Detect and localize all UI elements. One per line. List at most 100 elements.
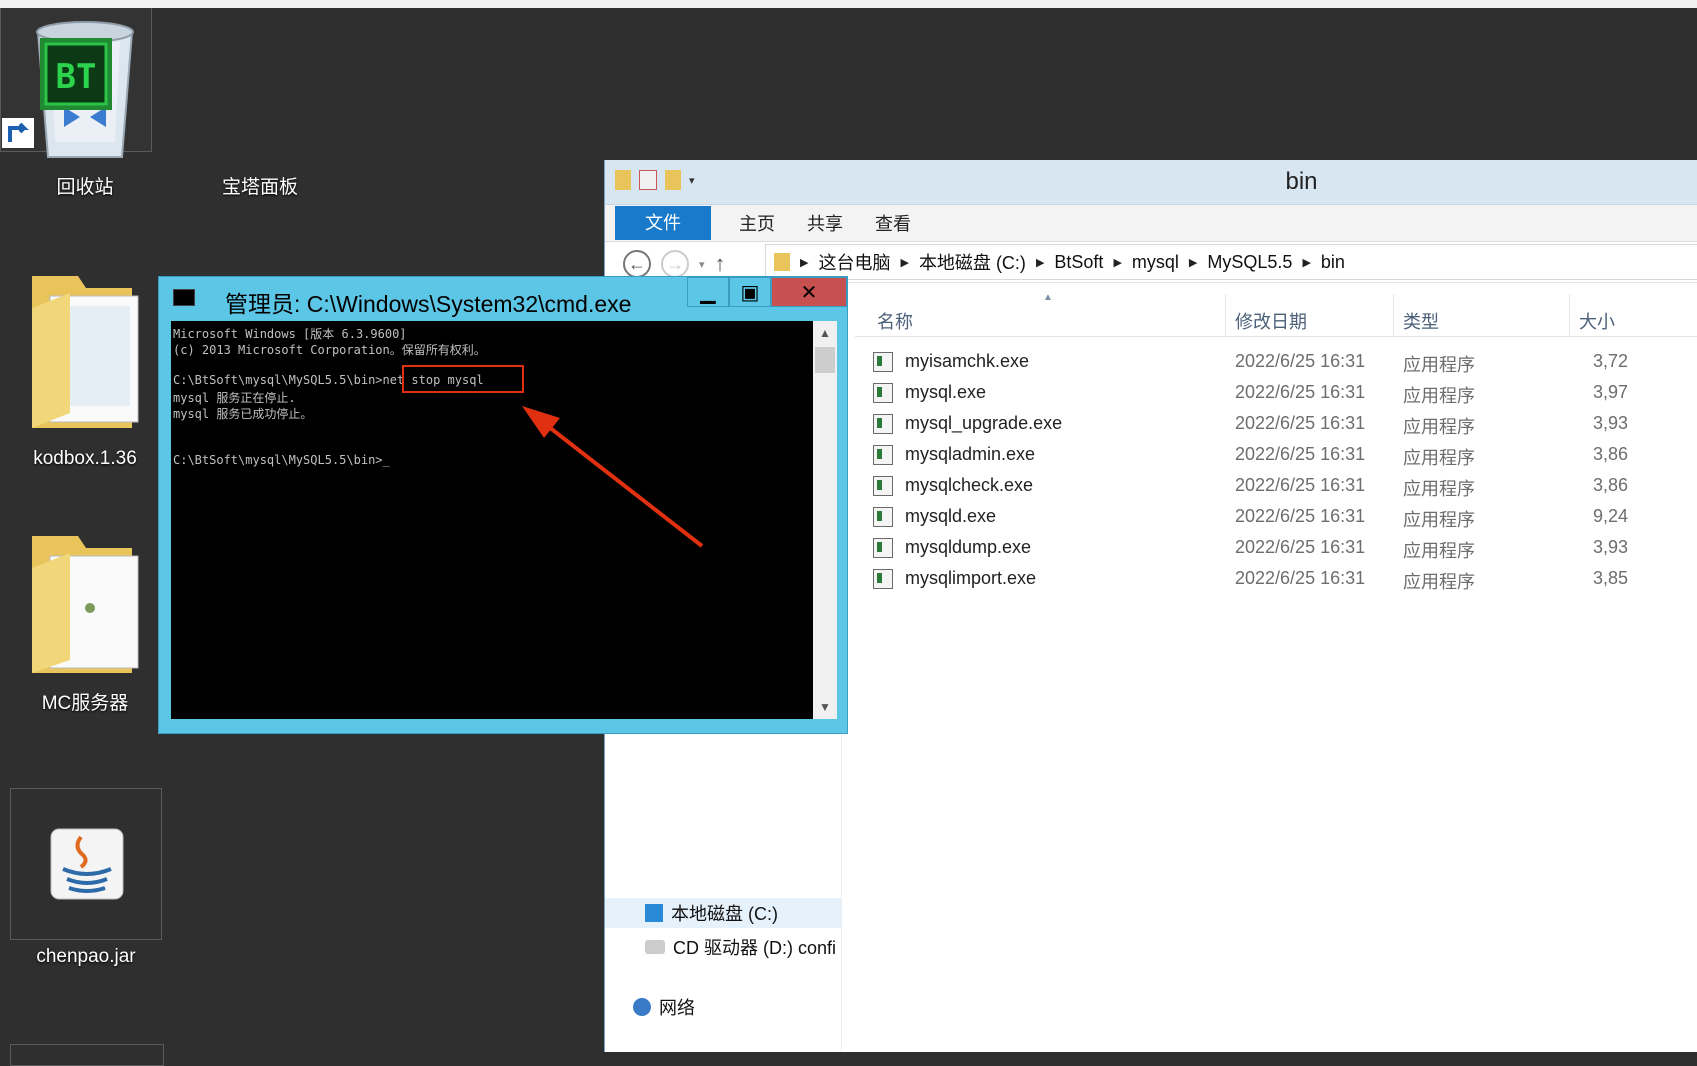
- exe-file-icon: [873, 569, 893, 589]
- tab-view[interactable]: 查看: [875, 210, 911, 236]
- breadcrumb-item[interactable]: BtSoft: [1054, 252, 1103, 273]
- breadcrumb-item[interactable]: 本地磁盘 (C:): [919, 249, 1026, 275]
- cmd-icon: [173, 289, 195, 306]
- chevron-right-icon: ▶: [800, 256, 809, 269]
- chenpao-jar-label: chenpao.jar: [36, 946, 136, 967]
- file-type: 应用程序: [1403, 355, 1475, 375]
- breadcrumb-item[interactable]: mysql: [1132, 252, 1179, 273]
- top-strip: [0, 0, 1697, 8]
- file-date: 2022/6/25 16:31: [1235, 382, 1366, 402]
- file-date: 2022/6/25 16:31: [1235, 351, 1366, 371]
- desktop-icon-bt-panel[interactable]: BT: [0, 0, 152, 152]
- vertical-scrollbar[interactable]: ▲ ▼: [813, 321, 837, 719]
- terminal-line: C:\BtSoft\mysql\MySQL5.5\bin>_: [173, 453, 390, 467]
- chevron-right-icon: ▶: [1113, 256, 1122, 269]
- exe-file-icon: [873, 414, 893, 434]
- desktop-icon-kodbox[interactable]: kodbox.1.36: [10, 268, 160, 470]
- column-header-name[interactable]: 名称: [877, 308, 913, 334]
- cd-drive-icon: [645, 940, 665, 954]
- file-size: 3,93: [1593, 413, 1629, 433]
- file-row[interactable]: myisamchk.exe 2022/6/25 16:31 应用程序 3,72: [855, 347, 1697, 378]
- file-row[interactable]: mysql_upgrade.exe 2022/6/25 16:31 应用程序 3,93: [855, 409, 1697, 440]
- file-row[interactable]: mysqld.exe 2022/6/25 16:31 应用程序 9,24: [855, 502, 1697, 533]
- cmd-title-bar[interactable]: 管理员: C:\Windows\System32\cmd.exe ▁ ▣ ✕: [159, 277, 847, 317]
- column-headers: ▲ 名称 修改日期 类型 大小: [855, 292, 1697, 337]
- file-name: mysqladmin.exe: [905, 444, 1036, 464]
- windows-drive-icon: [645, 904, 663, 922]
- file-type: 应用程序: [1403, 541, 1475, 561]
- file-name: mysqld.exe: [905, 506, 997, 526]
- file-row[interactable]: mysqlcheck.exe 2022/6/25 16:31 应用程序 3,86: [855, 471, 1697, 502]
- command-highlight-box: [402, 365, 524, 393]
- nav-buttons: ← → ▾ ↑: [623, 250, 726, 278]
- close-button[interactable]: ✕: [771, 277, 847, 307]
- file-date: 2022/6/25 16:31: [1235, 537, 1366, 557]
- maximize-button[interactable]: ▣: [729, 277, 771, 307]
- cmd-title: 管理员: C:\Windows\System32\cmd.exe: [225, 291, 632, 317]
- sort-up-icon: ▲: [1043, 292, 1053, 303]
- file-size: 3,72: [1593, 351, 1629, 371]
- file-row[interactable]: mysqlimport.exe 2022/6/25 16:31 应用程序 3,85: [855, 564, 1697, 595]
- file-size: 3,86: [1593, 444, 1629, 464]
- terminal-line: (c) 2013 Microsoft Corporation。保留所有权利。: [173, 343, 486, 357]
- tab-share[interactable]: 共享: [807, 210, 843, 236]
- terminal-line: mysql 服务已成功停止。: [173, 407, 313, 421]
- tab-file[interactable]: 文件: [615, 206, 711, 240]
- breadcrumb-item[interactable]: bin: [1321, 252, 1345, 273]
- nav-label: CD 驱动器 (D:) confi: [673, 938, 837, 958]
- nav-item-network[interactable]: 网络: [633, 994, 695, 1020]
- recent-dropdown-icon[interactable]: ▾: [699, 258, 705, 271]
- minimize-button[interactable]: ▁: [687, 277, 729, 307]
- column-header-date[interactable]: 修改日期: [1235, 308, 1307, 334]
- chevron-right-icon: ▶: [1035, 256, 1045, 269]
- chevron-right-icon: ▶: [1188, 256, 1198, 269]
- desktop-icon-mc-server[interactable]: MC服务器: [10, 528, 160, 715]
- breadcrumb-item[interactable]: 这台电脑: [818, 249, 890, 275]
- file-size: 3,86: [1593, 475, 1629, 495]
- forward-button[interactable]: →: [661, 250, 689, 278]
- arrow-right-icon: →: [666, 253, 684, 274]
- explorer-title: bin: [1285, 168, 1318, 195]
- terminal-line: mysql 服务正在停止.: [173, 391, 296, 405]
- file-list: ▲ 名称 修改日期 类型 大小 myisamchk.exe 2022/6/25 1…: [855, 292, 1697, 595]
- desktop-icon-partial[interactable]: [10, 1044, 164, 1066]
- ribbon-tabs: 文件 主页 共享 查看: [605, 205, 1697, 242]
- file-type: 应用程序: [1403, 386, 1475, 406]
- arrow-left-icon: ←: [628, 253, 646, 274]
- scroll-up-icon[interactable]: ▲: [813, 321, 837, 345]
- file-row[interactable]: mysqldump.exe 2022/6/25 16:31 应用程序 3,93: [855, 533, 1697, 564]
- bt-logo-text: BT: [56, 57, 97, 97]
- file-name: myisamchk.exe: [905, 351, 1030, 371]
- desktop-icon-chenpao-jar[interactable]: [10, 788, 162, 940]
- folder-small-icon: [774, 253, 790, 271]
- folder-icon: [32, 536, 139, 673]
- file-row[interactable]: mysqladmin.exe 2022/6/25 16:31 应用程序 3,86: [855, 440, 1697, 471]
- exe-file-icon: [873, 476, 893, 496]
- file-row[interactable]: mysql.exe 2022/6/25 16:31 应用程序 3,97: [855, 378, 1697, 409]
- exe-file-icon: [873, 383, 893, 403]
- column-header-type[interactable]: 类型: [1403, 308, 1439, 334]
- close-icon: ✕: [800, 281, 818, 304]
- kodbox-label: kodbox.1.36: [33, 448, 137, 469]
- tab-home[interactable]: 主页: [739, 210, 775, 236]
- up-arrow-icon[interactable]: ↑: [715, 251, 726, 277]
- bt-panel-icon: BT: [2, 38, 112, 148]
- file-type: 应用程序: [1403, 479, 1475, 499]
- back-button[interactable]: ←: [623, 250, 651, 278]
- column-header-size[interactable]: 大小: [1579, 308, 1615, 334]
- file-name: mysql_upgrade.exe: [905, 413, 1063, 433]
- file-type: 应用程序: [1403, 510, 1475, 530]
- file-size: 9,24: [1593, 506, 1629, 526]
- breadcrumb[interactable]: ▶ 这台电脑 ▶ 本地磁盘 (C:) ▶ BtSoft ▶ mysql ▶ My…: [765, 244, 1697, 280]
- breadcrumb-item[interactable]: MySQL5.5: [1207, 252, 1292, 273]
- nav-item-cd-drive[interactable]: CD 驱动器 (D:) confi: [645, 934, 836, 960]
- recycle-bin-label: 回收站: [56, 177, 114, 198]
- folder-icon: [32, 276, 139, 428]
- mc-server-label: MC服务器: [41, 693, 129, 714]
- scroll-down-icon[interactable]: ▼: [813, 695, 837, 719]
- file-size: 3,97: [1593, 382, 1629, 402]
- nav-item-local-disk[interactable]: 本地磁盘 (C:): [605, 898, 841, 928]
- scroll-thumb[interactable]: [815, 347, 835, 373]
- file-name: mysqlimport.exe: [905, 568, 1037, 588]
- file-name: mysqlcheck.exe: [905, 475, 1034, 495]
